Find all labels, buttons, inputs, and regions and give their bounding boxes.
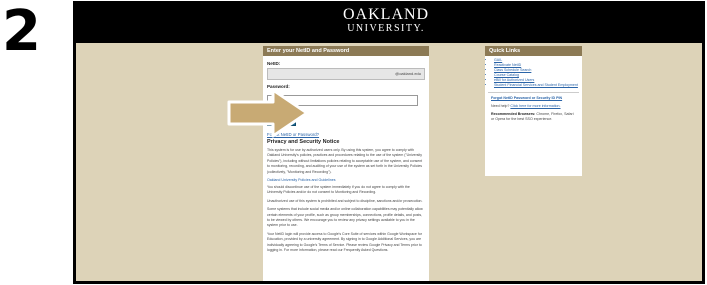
netid-input[interactable] — [268, 76, 368, 85]
university-logo[interactable]: OAKLAND UNIVERSITY. — [343, 6, 430, 35]
login-panel: Enter your NetID and Password NetID: @oa… — [263, 46, 429, 281]
privacy-notice-title: Privacy and Security Notice — [267, 139, 340, 145]
quick-links-title: Quick Links — [485, 46, 582, 56]
policies-link[interactable]: Oakland University Policies and Guidelin… — [267, 178, 425, 182]
quick-links-list: GAIL Reactivate NetID Class Schedule Sea… — [485, 58, 582, 88]
page-content: Enter your NetID and Password NetID: @oa… — [76, 43, 702, 281]
forgot-pin-link[interactable]: Forgot NetID Password or Security ID PIN — [491, 96, 582, 101]
logo-line-2: UNIVERSITY. — [347, 23, 425, 34]
privacy-notice-p2: You should discontinue use of the system… — [267, 185, 410, 195]
netid-field-wrapper: @oakland.edu — [267, 68, 425, 85]
browser-screenshot: OAKLAND UNIVERSITY. Enter your NetID and… — [73, 1, 705, 284]
recommended-browsers: Recommended Browsers: Chrome, Firefox, S… — [491, 112, 576, 122]
login-panel-title: Enter your NetID and Password — [263, 46, 429, 56]
pointer-arrow-icon — [227, 88, 309, 138]
quick-link-student-financial[interactable]: Student Financial Services and Student E… — [494, 83, 582, 88]
privacy-notice-p4: Some systems that include social media a… — [267, 207, 423, 228]
netid-suffix: @oakland.edu — [395, 71, 421, 76]
quick-links-divider — [488, 92, 579, 93]
need-help-link[interactable]: Click here for more information. — [510, 104, 560, 108]
need-help-text: Need help? Click here for more informati… — [491, 104, 576, 109]
browsers-title: Recommended Browsers: — [491, 112, 536, 116]
site-header: OAKLAND UNIVERSITY. — [73, 1, 705, 43]
need-help-prefix: Need help? — [491, 104, 511, 108]
step-number: 2 — [2, 0, 41, 64]
netid-label: NetID: — [267, 61, 281, 66]
privacy-notice-p5: Your NetID login will provide access to … — [267, 231, 422, 253]
privacy-notice-p3: Unauthorized use of this system is prohi… — [267, 198, 423, 203]
quick-links-panel: Quick Links GAIL Reactivate NetID Class … — [485, 46, 582, 176]
logo-line-1: OAKLAND — [343, 6, 430, 23]
privacy-notice-p1: This system is for use by authorized use… — [267, 148, 423, 174]
